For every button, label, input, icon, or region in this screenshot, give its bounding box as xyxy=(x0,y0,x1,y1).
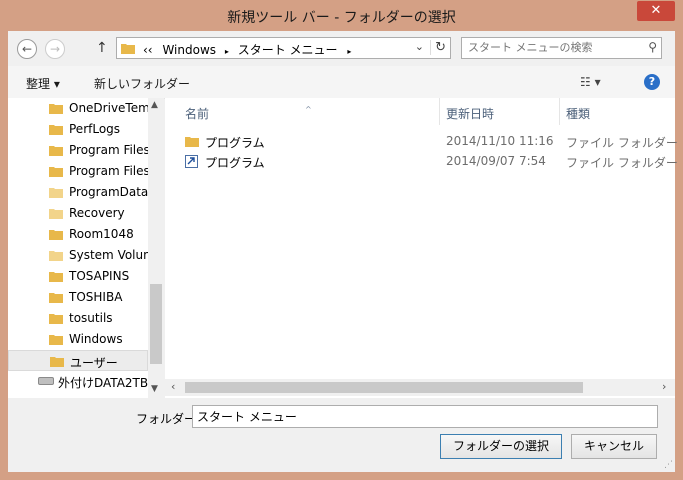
breadcrumb-windows[interactable]: Windows xyxy=(162,43,216,57)
scroll-thumb[interactable] xyxy=(150,284,162,364)
nav-item[interactable]: System Volun xyxy=(8,245,151,266)
folder-icon xyxy=(49,209,63,219)
nav-vertical-scrollbar[interactable]: ▲ ▼ xyxy=(148,98,164,398)
scroll-left-icon[interactable]: ‹ xyxy=(171,380,175,393)
sort-ascending-icon: ^ xyxy=(305,105,312,114)
view-options-button[interactable]: ☷ ▾ xyxy=(580,75,601,89)
breadcrumb-overflow[interactable]: ‹‹ xyxy=(143,43,153,57)
file-row[interactable]: プログラム 2014/09/07 7:54 ファイル フォルダー xyxy=(185,152,678,172)
nav-item[interactable]: TOSAPINS xyxy=(8,266,148,287)
search-box[interactable]: ⚲ xyxy=(461,37,662,59)
back-button[interactable]: ← xyxy=(17,39,37,59)
breadcrumb-separator[interactable]: ▸ xyxy=(225,47,229,56)
folder-icon xyxy=(49,125,63,135)
resize-grip-icon[interactable]: ⋰ xyxy=(664,460,673,470)
folder-icon xyxy=(49,188,63,198)
folder-icon xyxy=(49,104,63,114)
folder-icon xyxy=(49,293,63,303)
nav-item[interactable]: ProgramData xyxy=(8,182,148,203)
folder-name-input[interactable] xyxy=(192,405,658,428)
breadcrumb-start-menu[interactable]: スタート メニュー xyxy=(238,43,338,57)
folder-icon xyxy=(121,44,135,54)
folder-icon xyxy=(49,146,63,156)
folder-icon xyxy=(49,335,63,345)
nav-item[interactable]: tosutils xyxy=(8,308,148,329)
scroll-down-icon[interactable]: ▼ xyxy=(151,384,158,394)
folder-icon xyxy=(49,167,63,177)
refresh-icon[interactable]: ↻ xyxy=(430,40,446,55)
up-button[interactable]: ↑ xyxy=(96,40,108,56)
window-title: 新規ツール バー - フォルダーの選択 xyxy=(227,10,456,26)
folder-icon xyxy=(50,357,64,367)
search-input[interactable] xyxy=(466,40,640,55)
folder-icon xyxy=(49,314,63,324)
title-bar[interactable]: 新規ツール バー - フォルダーの選択 ✕ xyxy=(0,0,683,32)
command-bar: 整理 ▾ 新しいフォルダー ☷ ▾ ? xyxy=(8,66,675,99)
nav-item[interactable]: TOSHIBA xyxy=(8,287,148,308)
shortcut-icon xyxy=(185,155,198,168)
file-row[interactable]: プログラム 2014/11/10 11:16 ファイル フォルダー xyxy=(185,132,678,152)
dialog-client: ← → ↑ ‹‹ Windows ▸ スタート メニュー ▸ ⌄ ↻ ⚲ xyxy=(8,31,678,472)
column-header-type[interactable]: 種類 xyxy=(560,98,670,125)
nav-item[interactable]: OneDriveTem xyxy=(8,98,150,119)
address-bar[interactable]: ‹‹ Windows ▸ スタート メニュー ▸ ⌄ ↻ xyxy=(116,37,451,59)
dialog-window: 新規ツール バー - フォルダーの選択 ✕ ← → ↑ ‹‹ Windows ▸… xyxy=(0,0,683,480)
folder-icon xyxy=(49,272,63,282)
column-header-modified[interactable]: 更新日時 xyxy=(440,98,558,125)
column-header-name[interactable]: ^ 名前 xyxy=(165,98,439,125)
scroll-thumb[interactable] xyxy=(185,382,583,393)
folder-icon xyxy=(49,230,63,240)
scroll-up-icon[interactable]: ▲ xyxy=(151,100,158,110)
breadcrumb-separator[interactable]: ▸ xyxy=(347,47,351,56)
dialog-footer: フォルダー: フォルダーの選択 キャンセル ⋰ xyxy=(8,398,675,472)
help-icon[interactable]: ? xyxy=(644,74,660,90)
file-horizontal-scrollbar[interactable]: ‹ › xyxy=(165,379,675,396)
nav-item[interactable]: Program Files xyxy=(8,140,150,161)
nav-item-selected[interactable]: ユーザー xyxy=(8,350,148,371)
navigation-pane: OneDriveTem PerfLogs Program Files Progr… xyxy=(8,98,158,398)
file-list: ^ 名前 更新日時 種類 プログラム 2014/11/10 11:16 ファイル… xyxy=(165,98,678,411)
address-dropdown-icon[interactable]: ⌄ xyxy=(415,40,424,53)
folder-icon xyxy=(185,137,199,147)
select-folder-button[interactable]: フォルダーの選択 xyxy=(440,434,562,459)
folder-label: フォルダー: xyxy=(136,412,201,426)
drive-icon xyxy=(38,377,54,385)
new-folder-button[interactable]: 新しいフォルダー xyxy=(94,75,190,92)
folder-icon xyxy=(49,251,63,261)
nav-item[interactable]: PerfLogs xyxy=(8,119,148,140)
nav-item[interactable]: Program Files xyxy=(8,161,150,182)
search-icon[interactable]: ⚲ xyxy=(648,40,657,54)
nav-item[interactable]: Room1048 xyxy=(8,224,148,245)
nav-item-drive[interactable]: 外付けDATA2TB xyxy=(8,371,158,391)
address-bar-row: ← → ↑ ‹‹ Windows ▸ スタート メニュー ▸ ⌄ ↻ ⚲ xyxy=(8,31,675,66)
cancel-button[interactable]: キャンセル xyxy=(571,434,657,459)
organize-button[interactable]: 整理 ▾ xyxy=(26,75,60,92)
scroll-right-icon[interactable]: › xyxy=(662,380,666,393)
close-button[interactable]: ✕ xyxy=(637,1,675,21)
breadcrumb: ‹‹ Windows ▸ スタート メニュー ▸ xyxy=(143,41,351,58)
nav-item[interactable]: Windows xyxy=(8,329,148,350)
forward-button[interactable]: → xyxy=(45,39,65,59)
nav-item[interactable]: Recovery xyxy=(8,203,148,224)
